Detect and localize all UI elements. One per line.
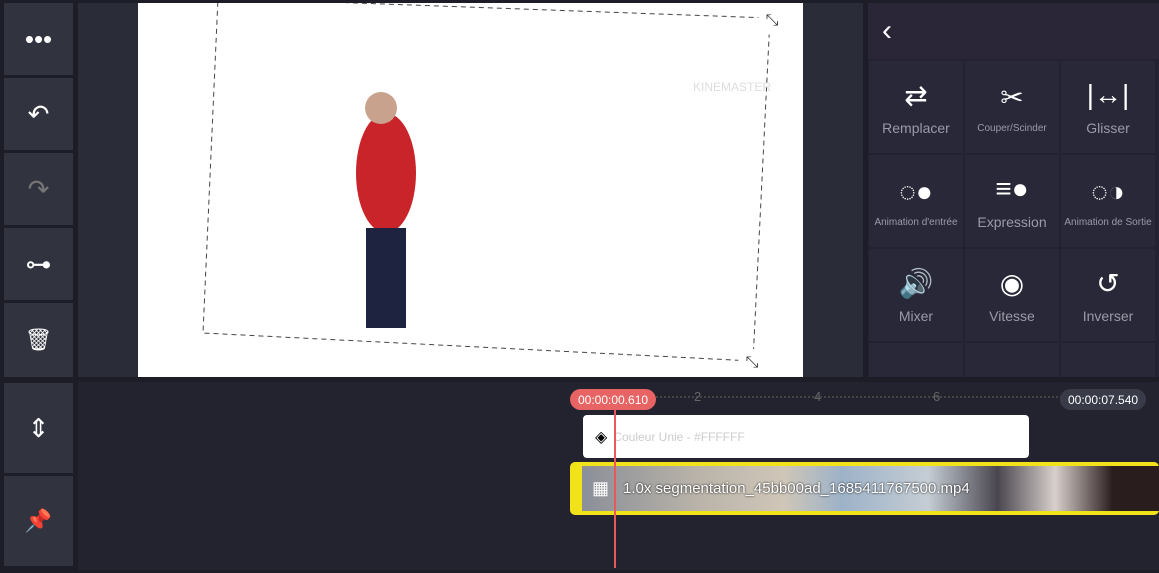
panel-item-icon: |↔| (1086, 79, 1130, 110)
redo-button[interactable]: ↷ (4, 153, 73, 225)
panel-item-label: Mixer (898, 308, 934, 324)
panel-item-icon: ◌◑ (1091, 175, 1125, 207)
video-clip-label: 1.0x segmentation_45bb00ad_1685411767500… (623, 480, 970, 497)
panel-item-mixer[interactable]: 🔊 Mixer (869, 249, 963, 341)
pin-button[interactable]: 📌 (4, 476, 73, 566)
color-clip-label: Couleur Unie - #FFFFFF (613, 429, 745, 444)
panel-item-label: Expression (977, 214, 1047, 230)
panel-item-more-10[interactable]: ⊣ (965, 343, 1059, 377)
panel-item-icon: ≡● (995, 173, 1029, 204)
video-canvas[interactable]: KINEMASTER ⤡ ⤡ (138, 3, 803, 377)
panel-item-glisser[interactable]: |↔| Glisser (1061, 61, 1155, 153)
panel-item-icon: ◌● (899, 175, 933, 207)
panel-item-icon: ⌂ (1100, 372, 1117, 377)
panel-item-icon: ◉ (999, 267, 1025, 299)
panel-item-icon: ⇄ (904, 79, 928, 111)
video-clip[interactable]: ▦ 1.0x segmentation_45bb00ad_16854117675… (570, 462, 1159, 515)
keyframe-button[interactable]: ⊶ (4, 228, 73, 300)
panel-item-couper-scinder[interactable]: ✂ Couper/Scinder (965, 61, 1059, 153)
rotate-handle[interactable]: ⤡ (758, 7, 786, 35)
tick-label: 6 (933, 389, 941, 404)
panel-item-icon: ⊣ (1000, 372, 1024, 378)
delete-button[interactable]: 🗑 (4, 303, 73, 377)
total-time: 00:00:07.540 (1060, 389, 1147, 410)
panel-item-vitesse[interactable]: ◉ Vitesse (965, 249, 1059, 341)
panel-item-icon: ▭ (903, 372, 929, 378)
timeline[interactable]: 2 4 6 ◈ Couleur Unie - #FFFFFF ▦ 1.0x se… (78, 382, 1159, 570)
playhead[interactable] (614, 398, 616, 568)
panel-item-inverser[interactable]: ↺ Inverser (1061, 249, 1155, 341)
current-time: 00:00:00.610 (570, 389, 657, 410)
panel-item-icon: ↺ (1096, 267, 1120, 299)
panel-item-animation-d-entr-e[interactable]: ◌● Animation d'entrée (869, 155, 963, 247)
panel-item-label: Glisser (1086, 120, 1130, 136)
resize-handle[interactable]: ⤡ (738, 349, 766, 377)
panel-item-label: Couper/Scinder (977, 122, 1047, 134)
panel-item-label: Animation de Sortie (1064, 216, 1152, 228)
watermark-logo: KINEMASTER (693, 80, 772, 94)
panel-item-remplacer[interactable]: ⇄ Remplacer (869, 61, 963, 153)
panel-item-expression[interactable]: ≡● Expression (965, 155, 1059, 247)
panel-item-label: Vitesse (989, 308, 1035, 324)
preview-area: KINEMASTER ⤡ ⤡ (78, 3, 863, 377)
track-adjust-button[interactable]: ⇕ (4, 383, 73, 473)
paint-bucket-icon: ◈ (595, 428, 608, 446)
back-button[interactable]: ‹ (882, 14, 892, 48)
panel-item-more-9[interactable]: ▭ (869, 343, 963, 377)
tick-label: 2 (694, 389, 702, 404)
selection-frame[interactable] (138, 3, 803, 377)
more-button[interactable]: ••• (4, 3, 73, 75)
undo-button[interactable]: ↶ (4, 78, 73, 150)
panel-item-more-11[interactable]: ⌂ (1061, 343, 1155, 377)
color-clip[interactable]: ◈ Couleur Unie - #FFFFFF (583, 415, 1029, 458)
tick-label: 4 (814, 389, 822, 404)
panel-item-icon: 🔊 (898, 267, 934, 299)
panel-item-label: Animation d'entrée (874, 216, 958, 228)
panel-item-animation-de-sortie[interactable]: ◌◑ Animation de Sortie (1061, 155, 1155, 247)
film-icon: ▦ (592, 478, 610, 498)
panel-item-icon: ✂ (1000, 82, 1024, 113)
panel-item-label: Remplacer (882, 120, 950, 136)
panel-item-label: Inverser (1082, 308, 1134, 324)
clip-options-panel: ‹ ⇄ Remplacer ✂ Couper/Scinder |↔| Glisser ◌● A… (868, 3, 1159, 377)
